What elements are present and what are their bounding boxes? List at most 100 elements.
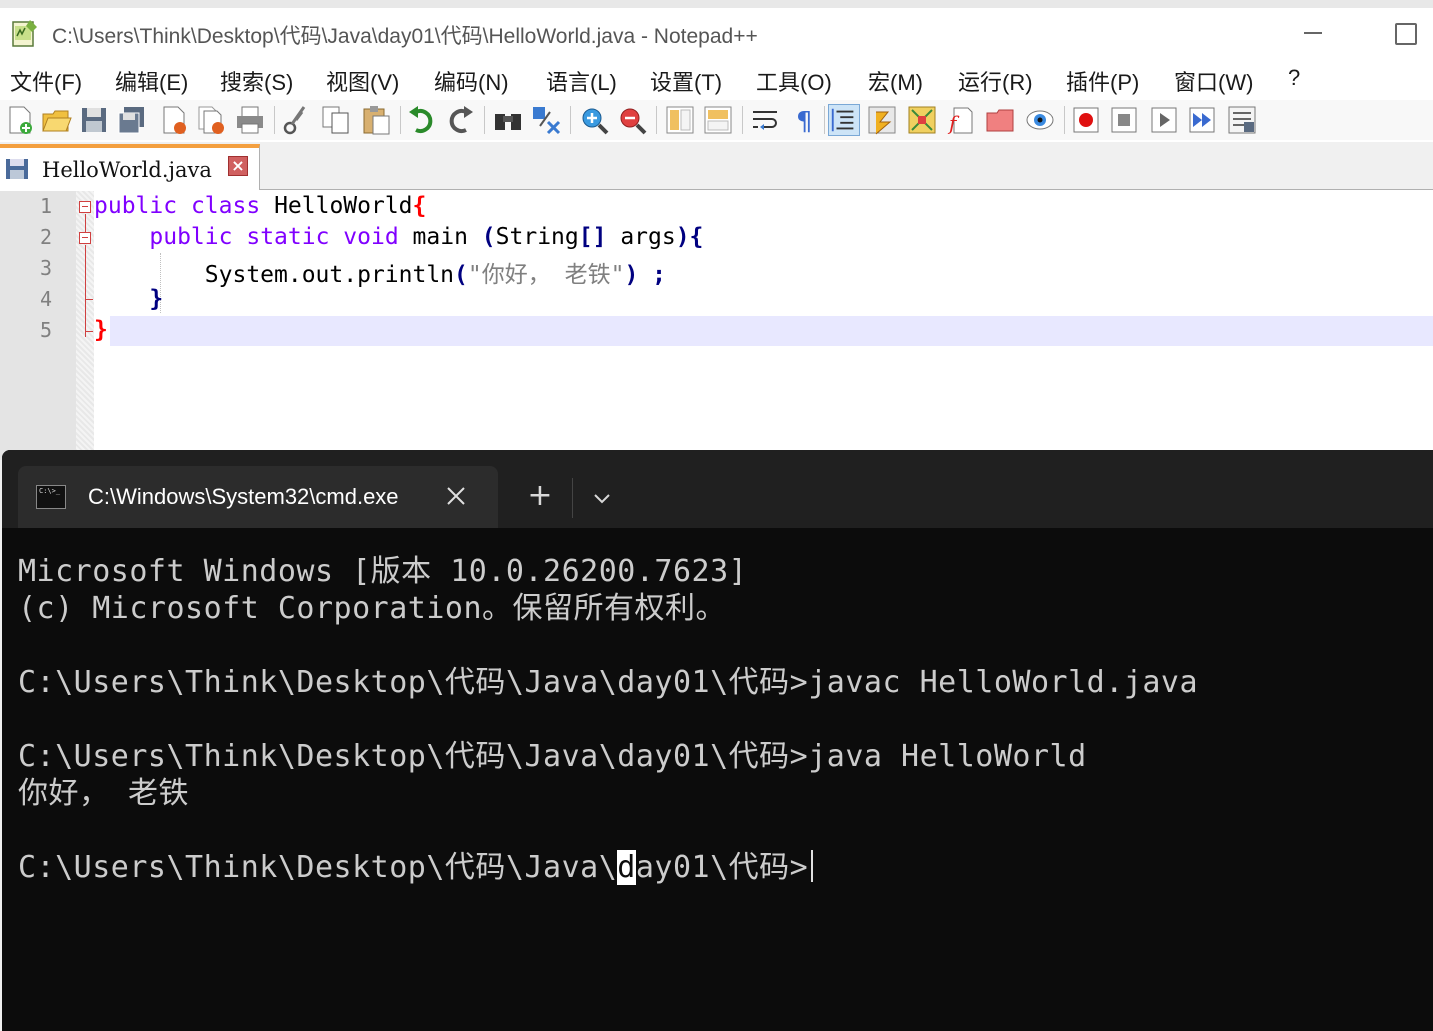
menu-bar: 文件(F) 编辑(E) 搜索(S) 视图(V) 编码(N) 语言(L) 设置(T… [0, 62, 1433, 100]
doc-map-icon[interactable] [906, 104, 938, 136]
line-number: 3 [39, 256, 52, 280]
cmd-icon-text: C:\>_ [39, 487, 61, 495]
line-number: 4 [39, 287, 52, 311]
save-icon[interactable] [78, 104, 110, 136]
menu-tools[interactable]: 工具(O) [756, 65, 832, 97]
close-tab-icon[interactable] [442, 482, 470, 510]
line-number-gutter: 1 2 3 4 5 [0, 191, 76, 460]
undo-icon[interactable] [406, 104, 438, 136]
terminal-prompt-line[interactable]: C:\Users\Think\Desktop\代码\Java\day01\代码> [18, 842, 814, 886]
record-macro-icon[interactable] [1070, 104, 1102, 136]
menu-view[interactable]: 视图(V) [326, 65, 399, 97]
close-tab-icon[interactable]: × [228, 156, 248, 176]
terminal-tab-cmd[interactable]: C:\>_ C:\Windows\System32\cmd.exe [18, 466, 498, 528]
run-macro-multiple-icon[interactable] [1186, 104, 1218, 136]
code-token: System.out.println [204, 262, 455, 288]
paste-icon[interactable] [360, 104, 392, 136]
toolbar-separator [742, 106, 743, 134]
code-token: public [94, 193, 178, 219]
terminal-output[interactable]: Microsoft Windows [版本 10.0.26200.7623] (… [2, 528, 1433, 1031]
tab-helloworld-java[interactable]: HelloWorld.java × [0, 144, 260, 190]
toolbar-separator [400, 106, 401, 134]
play-macro-icon[interactable] [1148, 104, 1180, 136]
save-macro-icon[interactable] [1226, 104, 1258, 136]
zoom-in-icon[interactable] [578, 104, 610, 136]
cmd-icon: C:\>_ [36, 485, 66, 509]
function-list-icon[interactable]: f [946, 104, 978, 136]
document-tab-bar: HelloWorld.java × [0, 142, 1433, 190]
word-wrap-icon[interactable] [750, 104, 782, 136]
menu-search[interactable]: 搜索(S) [220, 65, 293, 97]
indent-guide-icon[interactable] [828, 104, 860, 136]
terminal-line: (c) Microsoft Corporation。保留所有权利。 [18, 591, 727, 626]
menu-encoding[interactable]: 编码(N) [434, 65, 509, 97]
line-number: 2 [39, 225, 52, 249]
code-token: ){ [675, 224, 704, 250]
fold-end-marker [85, 299, 93, 300]
toolbar-separator [570, 106, 571, 134]
current-line-highlight [110, 316, 1433, 346]
line-number: 1 [39, 194, 52, 218]
code-token: HelloWorld [274, 193, 413, 219]
menu-settings[interactable]: 设置(T) [650, 65, 722, 97]
redo-icon[interactable] [444, 104, 476, 136]
line-number: 5 [39, 318, 52, 342]
sync-vertical-icon[interactable] [664, 104, 696, 136]
prompt-text: ay01\代码> [635, 850, 809, 885]
show-all-chars-icon[interactable]: ¶ [788, 104, 820, 136]
minimize-button[interactable] [1296, 18, 1330, 48]
close-icon[interactable] [158, 104, 190, 136]
code-token: { [412, 193, 427, 219]
cut-icon[interactable] [280, 104, 312, 136]
zoom-out-icon[interactable] [616, 104, 648, 136]
title-bar[interactable]: C:\Users\Think\Desktop\代码\Java\day01\代码\… [0, 8, 1433, 58]
code-token: static [246, 224, 330, 250]
copy-icon[interactable] [320, 104, 352, 136]
new-file-icon[interactable] [4, 104, 36, 136]
menu-language[interactable]: 语言(L) [546, 65, 617, 97]
code-line-1: public class HelloWorld{ [94, 193, 426, 219]
code-token: void [343, 224, 399, 250]
code-line-4: } [94, 286, 163, 312]
menu-file[interactable]: 文件(F) [10, 65, 82, 97]
maximize-button[interactable] [1390, 18, 1420, 48]
menu-window[interactable]: 窗口(W) [1174, 65, 1253, 97]
terminal-tab-strip[interactable]: C:\>_ C:\Windows\System32\cmd.exe + [2, 450, 1433, 528]
print-icon[interactable] [234, 104, 266, 136]
terminal-tab-title: C:\Windows\System32\cmd.exe [88, 484, 399, 509]
fold-toggle-icon[interactable] [79, 232, 91, 244]
fold-line [85, 245, 86, 337]
code-token: String [495, 224, 579, 250]
terminal-window: C:\>_ C:\Windows\System32\cmd.exe + Micr… [2, 450, 1433, 1031]
menu-edit[interactable]: 编辑(E) [115, 65, 188, 97]
new-tab-button[interactable]: + [522, 480, 558, 516]
udl-icon[interactable] [866, 104, 898, 136]
toolbar-separator [1064, 106, 1065, 134]
replace-icon[interactable] [530, 104, 562, 136]
sync-horizontal-icon[interactable] [702, 104, 734, 136]
menu-run[interactable]: 运行(R) [958, 65, 1033, 97]
open-file-icon[interactable] [40, 104, 72, 136]
stop-record-icon[interactable] [1108, 104, 1140, 136]
find-icon[interactable] [492, 104, 524, 136]
code-line-5: } [94, 317, 108, 343]
monitoring-icon[interactable] [1024, 104, 1056, 136]
toolbar-separator [484, 106, 485, 134]
code-token: ( [481, 224, 496, 250]
menu-macro[interactable]: 宏(M) [868, 65, 923, 97]
menu-plugins[interactable]: 插件(P) [1066, 65, 1139, 97]
toolbar-separator [656, 106, 657, 134]
menu-help[interactable]: ? [1288, 65, 1300, 91]
code-token: "你好， 老铁" [467, 262, 625, 288]
save-all-icon[interactable] [116, 104, 148, 136]
saved-file-icon [6, 159, 28, 179]
close-all-icon[interactable] [196, 104, 228, 136]
code-token: class [190, 193, 261, 219]
code-editor[interactable]: 1 2 3 4 5 public class HelloWorld{ publi… [0, 191, 1433, 460]
prompt-text: C:\Users\Think\Desktop\代码\Java\ [18, 850, 618, 885]
fold-toggle-icon[interactable] [79, 201, 91, 213]
window-title: C:\Users\Think\Desktop\代码\Java\day01\代码\… [52, 25, 758, 48]
code-token: [] [578, 224, 607, 250]
folder-workspace-icon[interactable] [984, 104, 1016, 136]
chevron-down-icon[interactable] [584, 480, 620, 516]
